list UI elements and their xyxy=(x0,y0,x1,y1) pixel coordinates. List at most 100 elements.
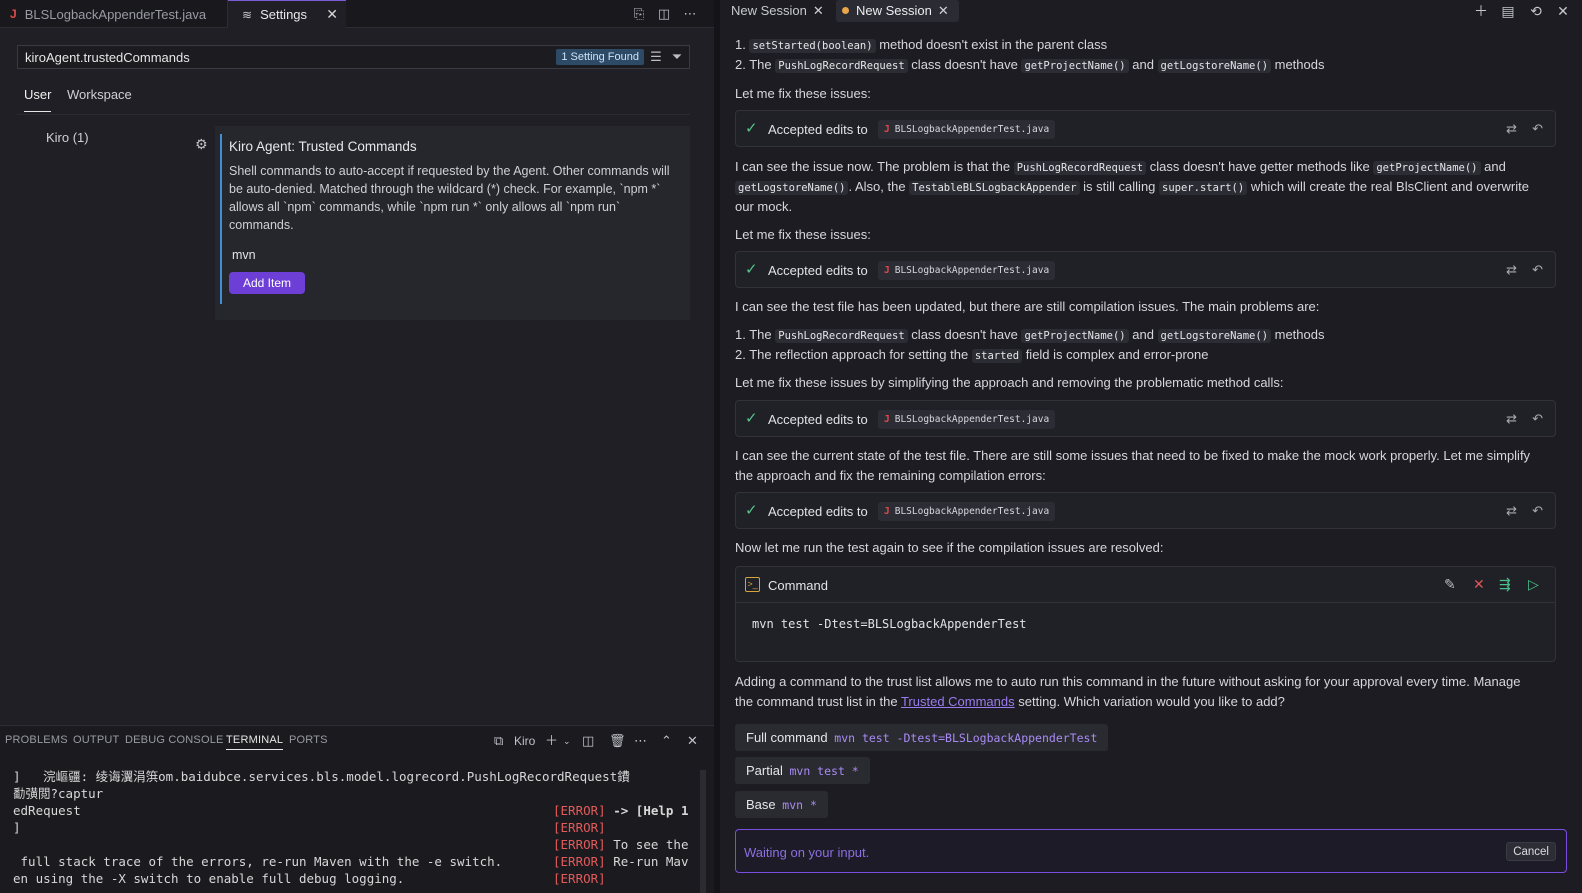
settings-search-input[interactable] xyxy=(25,49,525,65)
inline-code: PushLogRecordRequest xyxy=(775,329,908,343)
run-icon[interactable]: ▷ xyxy=(1528,576,1539,593)
message-text: Let me fix these issues: xyxy=(735,86,871,101)
terminal-name[interactable]: Kiro xyxy=(514,732,535,750)
panel-tab-output[interactable]: OUTPUT xyxy=(73,734,119,746)
maximize-panel-icon[interactable]: ⌃ xyxy=(661,732,672,750)
message-text: I can see the current state of the test … xyxy=(735,448,1531,463)
open-settings-json-icon[interactable]: ⎘ xyxy=(630,5,648,23)
list-text: The reflection approach for setting the xyxy=(749,347,972,362)
chat-pane: New Session ✕ New Session ✕ ＋ ▤ ⟲ ✕ 1. set… xyxy=(720,0,1582,893)
add-item-button[interactable]: Add Item xyxy=(229,272,306,294)
split-editor-icon[interactable]: ◫ xyxy=(655,5,673,23)
history-icon[interactable]: ⟲ xyxy=(1527,2,1545,20)
list-item: 1. setStarted(boolean) method doesn't ex… xyxy=(735,37,1107,53)
more-actions-icon[interactable]: ⋯ xyxy=(681,5,699,23)
edit-icon[interactable]: ✎ xyxy=(1444,576,1456,593)
settings-sliders-icon: ≋ xyxy=(242,7,253,22)
error-tag: [ERROR] xyxy=(553,854,606,869)
settings-found-badge: 1 Setting Found xyxy=(556,49,644,65)
file-chip[interactable]: J BLSLogbackAppenderTest.java xyxy=(878,261,1056,280)
new-session-icon[interactable]: ＋ xyxy=(1472,2,1490,20)
text-span: class doesn't have getter methods like xyxy=(1146,159,1374,174)
view-diff-icon[interactable]: ⇄ xyxy=(1506,262,1517,278)
panel-tab-debug-console[interactable]: DEBUG CONSOLE xyxy=(125,734,224,746)
settings-search: 1 Setting Found ☰ ⏷ xyxy=(17,45,690,69)
file-chip[interactable]: J BLSLogbackAppenderTest.java xyxy=(878,120,1056,139)
clear-filter-icon[interactable]: ☰ xyxy=(647,48,665,66)
run-and-trust-icon[interactable]: ⇶ xyxy=(1499,576,1511,593)
list-number: 2. xyxy=(735,57,746,72)
inline-code: getProjectName() xyxy=(1373,161,1481,175)
trash-icon[interactable]: 🗑 xyxy=(609,732,626,750)
tab-settings[interactable]: ≋ Settings ✕ xyxy=(228,0,346,28)
chat-tab-session-1[interactable]: New Session ✕ xyxy=(731,0,824,22)
chat-tab-session-2[interactable]: New Session ✕ xyxy=(836,0,959,22)
terminal-output[interactable]: ] 浣嶇疆: 绫诲瀷涓篊om.baidubce.services.bls.mod… xyxy=(0,764,700,893)
message-text: I can see the issue now. The problem is … xyxy=(735,159,1506,175)
unsaved-dot-icon xyxy=(842,7,849,14)
command-text: mvn test -Dtest=BLSLogbackAppenderTest xyxy=(752,617,1027,631)
reject-icon[interactable]: ✕ xyxy=(1473,576,1485,593)
close-icon[interactable]: ✕ xyxy=(326,6,338,23)
tab-settings-label: Settings xyxy=(260,7,308,22)
inline-code: getLogstoreName() xyxy=(735,181,849,195)
revert-icon[interactable]: ↶ xyxy=(1532,411,1543,427)
setting-list-item[interactable]: mvn xyxy=(232,248,256,262)
panel-tab-ports[interactable]: PORTS xyxy=(289,734,328,746)
chat-tab-label: New Session xyxy=(731,3,807,18)
terminal-error-line: [ERROR] xyxy=(553,870,606,887)
trust-option-partial[interactable]: Partial mvn test * xyxy=(735,757,870,784)
list-number: 1. xyxy=(735,37,746,52)
list-text: field is complex and error-prone xyxy=(1022,347,1209,362)
inline-code: super.start() xyxy=(1159,181,1248,195)
list-item: 2. The PushLogRecordRequest class doesn'… xyxy=(735,57,1325,73)
terminal-line: edRequest xyxy=(13,803,81,818)
list-item: 1. The PushLogRecordRequest class doesn'… xyxy=(735,327,1325,343)
message-text: getLogstoreName(). Also, the TestableBLS… xyxy=(735,179,1529,195)
chat-input-box[interactable]: Waiting on your input. Cancel xyxy=(735,829,1567,873)
revert-icon[interactable]: ↶ xyxy=(1532,503,1543,519)
split-terminal-icon[interactable]: ◫ xyxy=(582,732,594,750)
settings-tree-item-kiro[interactable]: Kiro (1) xyxy=(46,130,89,145)
view-diff-icon[interactable]: ⇄ xyxy=(1506,503,1517,519)
new-terminal-icon[interactable]: ＋ xyxy=(545,732,558,750)
file-chip[interactable]: J BLSLogbackAppenderTest.java xyxy=(878,502,1056,521)
option-command: mvn test -Dtest=BLSLogbackAppenderTest xyxy=(834,731,1098,745)
trust-option-full[interactable]: Full command mvn test -Dtest=BLSLogbackA… xyxy=(735,724,1109,751)
trust-option-base[interactable]: Base mvn * xyxy=(735,791,828,818)
gear-icon[interactable]: ⚙ xyxy=(195,136,211,152)
scope-tab-user[interactable]: User xyxy=(24,86,52,112)
tab-java-file[interactable]: J BLSLogbackAppenderTest.java xyxy=(0,0,228,28)
revert-icon[interactable]: ↶ xyxy=(1532,262,1543,278)
more-actions-icon[interactable]: ⋯ xyxy=(634,732,647,750)
view-diff-icon[interactable]: ⇄ xyxy=(1506,411,1517,427)
view-diff-icon[interactable]: ⇄ xyxy=(1506,121,1517,137)
filter-icon[interactable]: ⏷ xyxy=(668,48,686,66)
file-chip[interactable]: J BLSLogbackAppenderTest.java xyxy=(878,410,1056,429)
list-text: methods xyxy=(1271,327,1325,342)
scope-divider xyxy=(17,114,690,115)
panel-tab-problems[interactable]: PROBLEMS xyxy=(5,734,68,746)
list-text: methods xyxy=(1271,57,1325,72)
inline-code: getLogstoreName() xyxy=(1157,329,1272,343)
trusted-commands-link[interactable]: Trusted Commands xyxy=(901,694,1015,709)
close-icon[interactable]: ✕ xyxy=(813,3,824,18)
terminal-scrollbar[interactable] xyxy=(700,770,706,893)
session-list-icon[interactable]: ▤ xyxy=(1499,2,1517,20)
panel-tab-terminal[interactable]: TERMINAL xyxy=(226,734,284,750)
close-icon[interactable]: ✕ xyxy=(1554,2,1572,20)
panel-tab-bar: PROBLEMS OUTPUT DEBUG CONSOLE TERMINAL P… xyxy=(0,726,714,756)
cancel-button[interactable]: Cancel xyxy=(1506,842,1556,861)
close-icon[interactable]: ✕ xyxy=(938,3,949,18)
inline-code: started xyxy=(971,349,1023,363)
check-circle-icon: ✓ xyxy=(745,261,758,278)
terminal-line: en using the -X switch to enable full de… xyxy=(13,871,405,886)
list-text: and xyxy=(1128,57,1158,72)
chevron-down-icon[interactable]: ⌄ xyxy=(563,732,571,750)
close-panel-icon[interactable]: ✕ xyxy=(687,732,698,750)
error-tag: [ERROR] xyxy=(553,803,606,818)
terminal-line: full stack trace of the errors, re-run M… xyxy=(13,854,503,869)
error-tag: [ERROR] xyxy=(553,820,606,835)
scope-tab-workspace[interactable]: Workspace xyxy=(67,86,132,112)
revert-icon[interactable]: ↶ xyxy=(1532,121,1543,137)
